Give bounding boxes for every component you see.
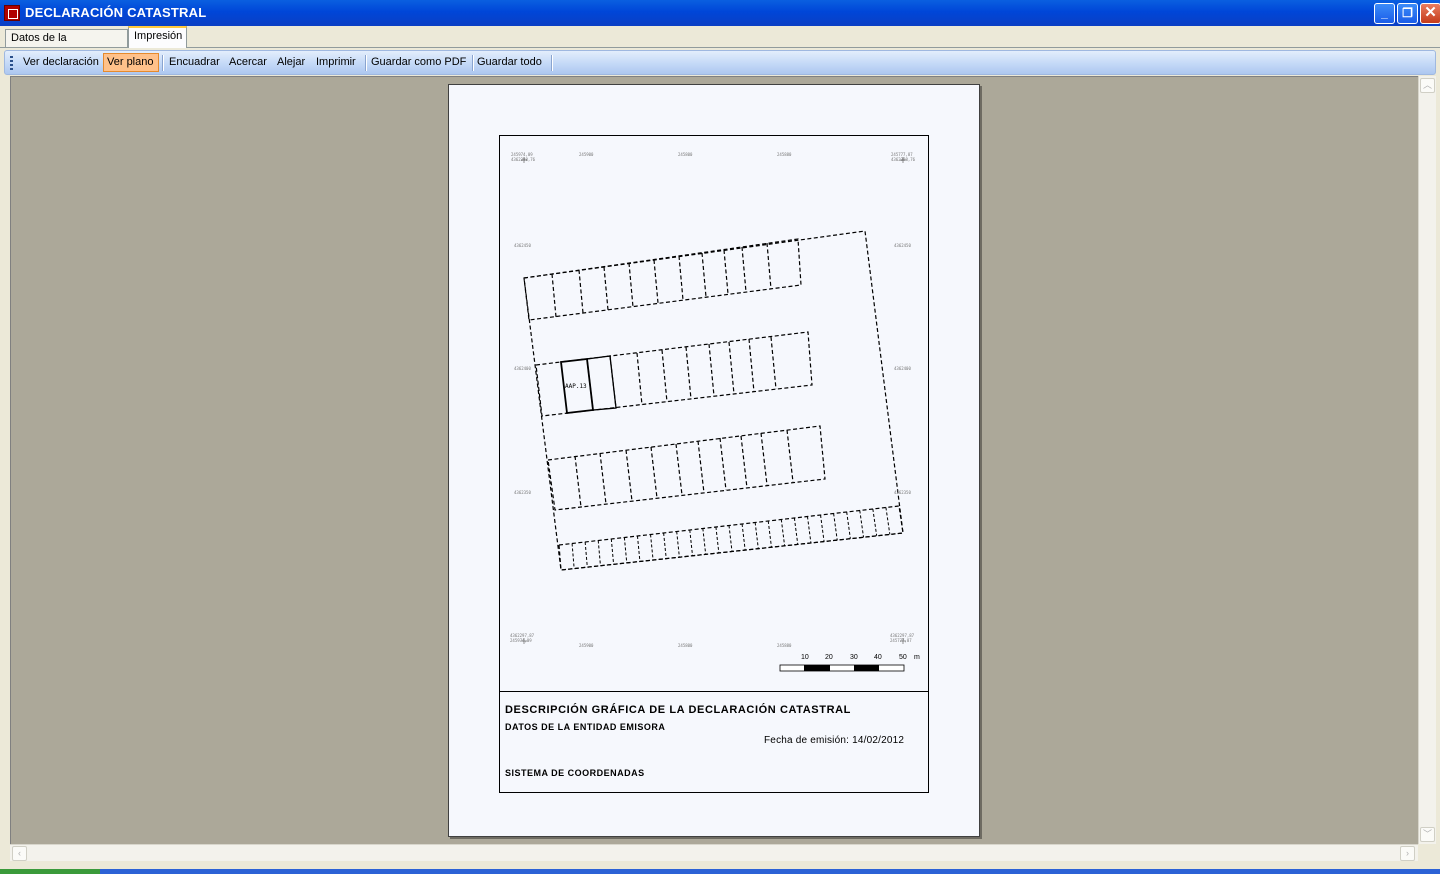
toolbar-separator — [162, 55, 164, 71]
property-boundary — [523, 230, 904, 571]
coord-top-right: 245777,87 4362398,76 — [891, 152, 916, 162]
unit-divider — [754, 522, 759, 549]
scrollbar-corner — [1418, 844, 1436, 861]
tab-strip: Datos de la declaracion Impresión — [0, 26, 1440, 61]
ver-plano-button[interactable]: Ver plano — [103, 53, 159, 72]
unit-divider — [793, 517, 799, 545]
unit-divider — [806, 516, 812, 544]
unit-divider — [571, 543, 575, 569]
unit-divider — [702, 528, 707, 555]
scale-tick-label: 40 — [874, 654, 882, 661]
unit-divider — [872, 508, 878, 536]
encuadrar-button[interactable]: Encuadrar — [166, 53, 223, 72]
unit-divider — [820, 514, 825, 542]
unit-divider — [833, 513, 838, 541]
coord-top-3: 245880 — [777, 152, 792, 157]
unit-row-top — [523, 238, 802, 321]
coord-bottom-3: 245880 — [777, 643, 792, 648]
coord-right-3: 4362350 — [894, 490, 911, 495]
unit-divider — [623, 537, 628, 563]
left-arrow-icon[interactable]: ‹ — [12, 846, 27, 861]
unit-divider — [741, 523, 746, 551]
coord-right-2: 4362400 — [894, 366, 911, 371]
coord-left-3: 4362350 — [514, 490, 531, 495]
legend-coords: SISTEMA DE COORDENADAS — [505, 768, 645, 778]
coord-left-1: 4362450 — [514, 243, 531, 248]
down-arrow-icon[interactable]: ﹀ — [1420, 827, 1435, 842]
scale-tick-label: 30 — [850, 654, 858, 661]
coord-right-1: 4362450 — [894, 243, 911, 248]
imprimir-button[interactable]: Imprimir — [313, 53, 359, 72]
legend-date: Fecha de emisión: 14/02/2012 — [764, 735, 905, 746]
unit-divider — [715, 526, 720, 553]
unit-divider — [597, 540, 601, 566]
scale-tick-label: 50 — [899, 654, 907, 661]
scale-tick-label: 10 — [801, 654, 809, 661]
unit-divider — [636, 535, 641, 562]
guardar-pdf-button[interactable]: Guardar como PDF — [368, 53, 469, 72]
coord-top-1: 245900 — [579, 152, 594, 157]
guardar-todo-button[interactable]: Guardar todo — [474, 53, 545, 72]
right-arrow-icon[interactable]: › — [1400, 846, 1415, 861]
unit-divider — [650, 534, 654, 561]
tab-datos-declaracion[interactable]: Datos de la declaracion — [5, 29, 128, 61]
up-arrow-icon[interactable]: ︿ — [1420, 78, 1435, 93]
unit-row-bottom — [558, 505, 904, 571]
legend-divider — [499, 691, 929, 692]
scale-tick-label: 20 — [825, 654, 833, 661]
unit-divider — [859, 510, 865, 538]
unit-divider — [676, 531, 680, 558]
coord-left-2: 4362400 — [514, 366, 531, 371]
unit-divider — [846, 511, 851, 539]
ver-declaracion-button[interactable]: Ver declaración — [20, 53, 102, 72]
alejar-button[interactable]: Alejar — [274, 53, 308, 72]
toolbar: Ver declaración Ver plano Encuadrar Acer… — [4, 50, 1436, 75]
vertical-scrollbar[interactable]: ︿ ﹀ — [1418, 76, 1436, 844]
scale-unit: m — [914, 654, 920, 661]
restore-button[interactable]: ❐ — [1397, 3, 1418, 24]
unit-divider — [663, 532, 667, 559]
unit-divider — [689, 529, 694, 556]
title-bar[interactable]: DECLARACIÓN CATASTRAL _ ❐ ✕ — [0, 0, 1440, 26]
unit-row-middle — [535, 331, 813, 417]
unit-divider — [885, 507, 891, 535]
coord-bottom-2: 245800 — [678, 643, 693, 648]
parcel-label: AAP.13 — [565, 383, 587, 390]
toolbar-separator — [551, 55, 553, 71]
taskbar-edge — [0, 869, 1440, 874]
unit-divider — [780, 519, 786, 546]
coord-bottom-right: 4362297,87 245777,87 — [890, 633, 915, 643]
horizontal-scrollbar[interactable]: ‹ › — [10, 844, 1418, 862]
window-title: DECLARACIÓN CATASTRAL — [25, 5, 207, 20]
legend-title: DESCRIPCIÓN GRÁFICA DE LA DECLARACIÓN CA… — [505, 704, 851, 716]
unit-row-lower — [547, 425, 826, 511]
unit-divider — [767, 520, 772, 548]
unit-divider — [584, 541, 588, 568]
coord-bottom-left: 4362297,87 245974,09 — [510, 633, 535, 643]
unit-divider — [610, 538, 615, 565]
close-button[interactable]: ✕ — [1420, 3, 1440, 24]
legend-entity: DATOS DE LA ENTIDAD EMISORA — [505, 722, 666, 732]
unit-divider — [728, 525, 733, 552]
acercar-button[interactable]: Acercar — [226, 53, 270, 72]
toolbar-grip[interactable] — [10, 56, 13, 70]
minimize-button[interactable]: _ — [1374, 3, 1395, 24]
coord-top-left: 245974,09 4362398,76 — [511, 152, 536, 162]
coord-top-2: 245800 — [678, 152, 693, 157]
toolbar-separator — [365, 55, 367, 71]
coord-bottom-1: 245900 — [579, 643, 594, 648]
app-icon[interactable] — [4, 5, 20, 21]
scale-bar — [779, 664, 905, 672]
cadastral-plan — [521, 157, 906, 672]
tab-impresion[interactable]: Impresión — [128, 26, 187, 48]
